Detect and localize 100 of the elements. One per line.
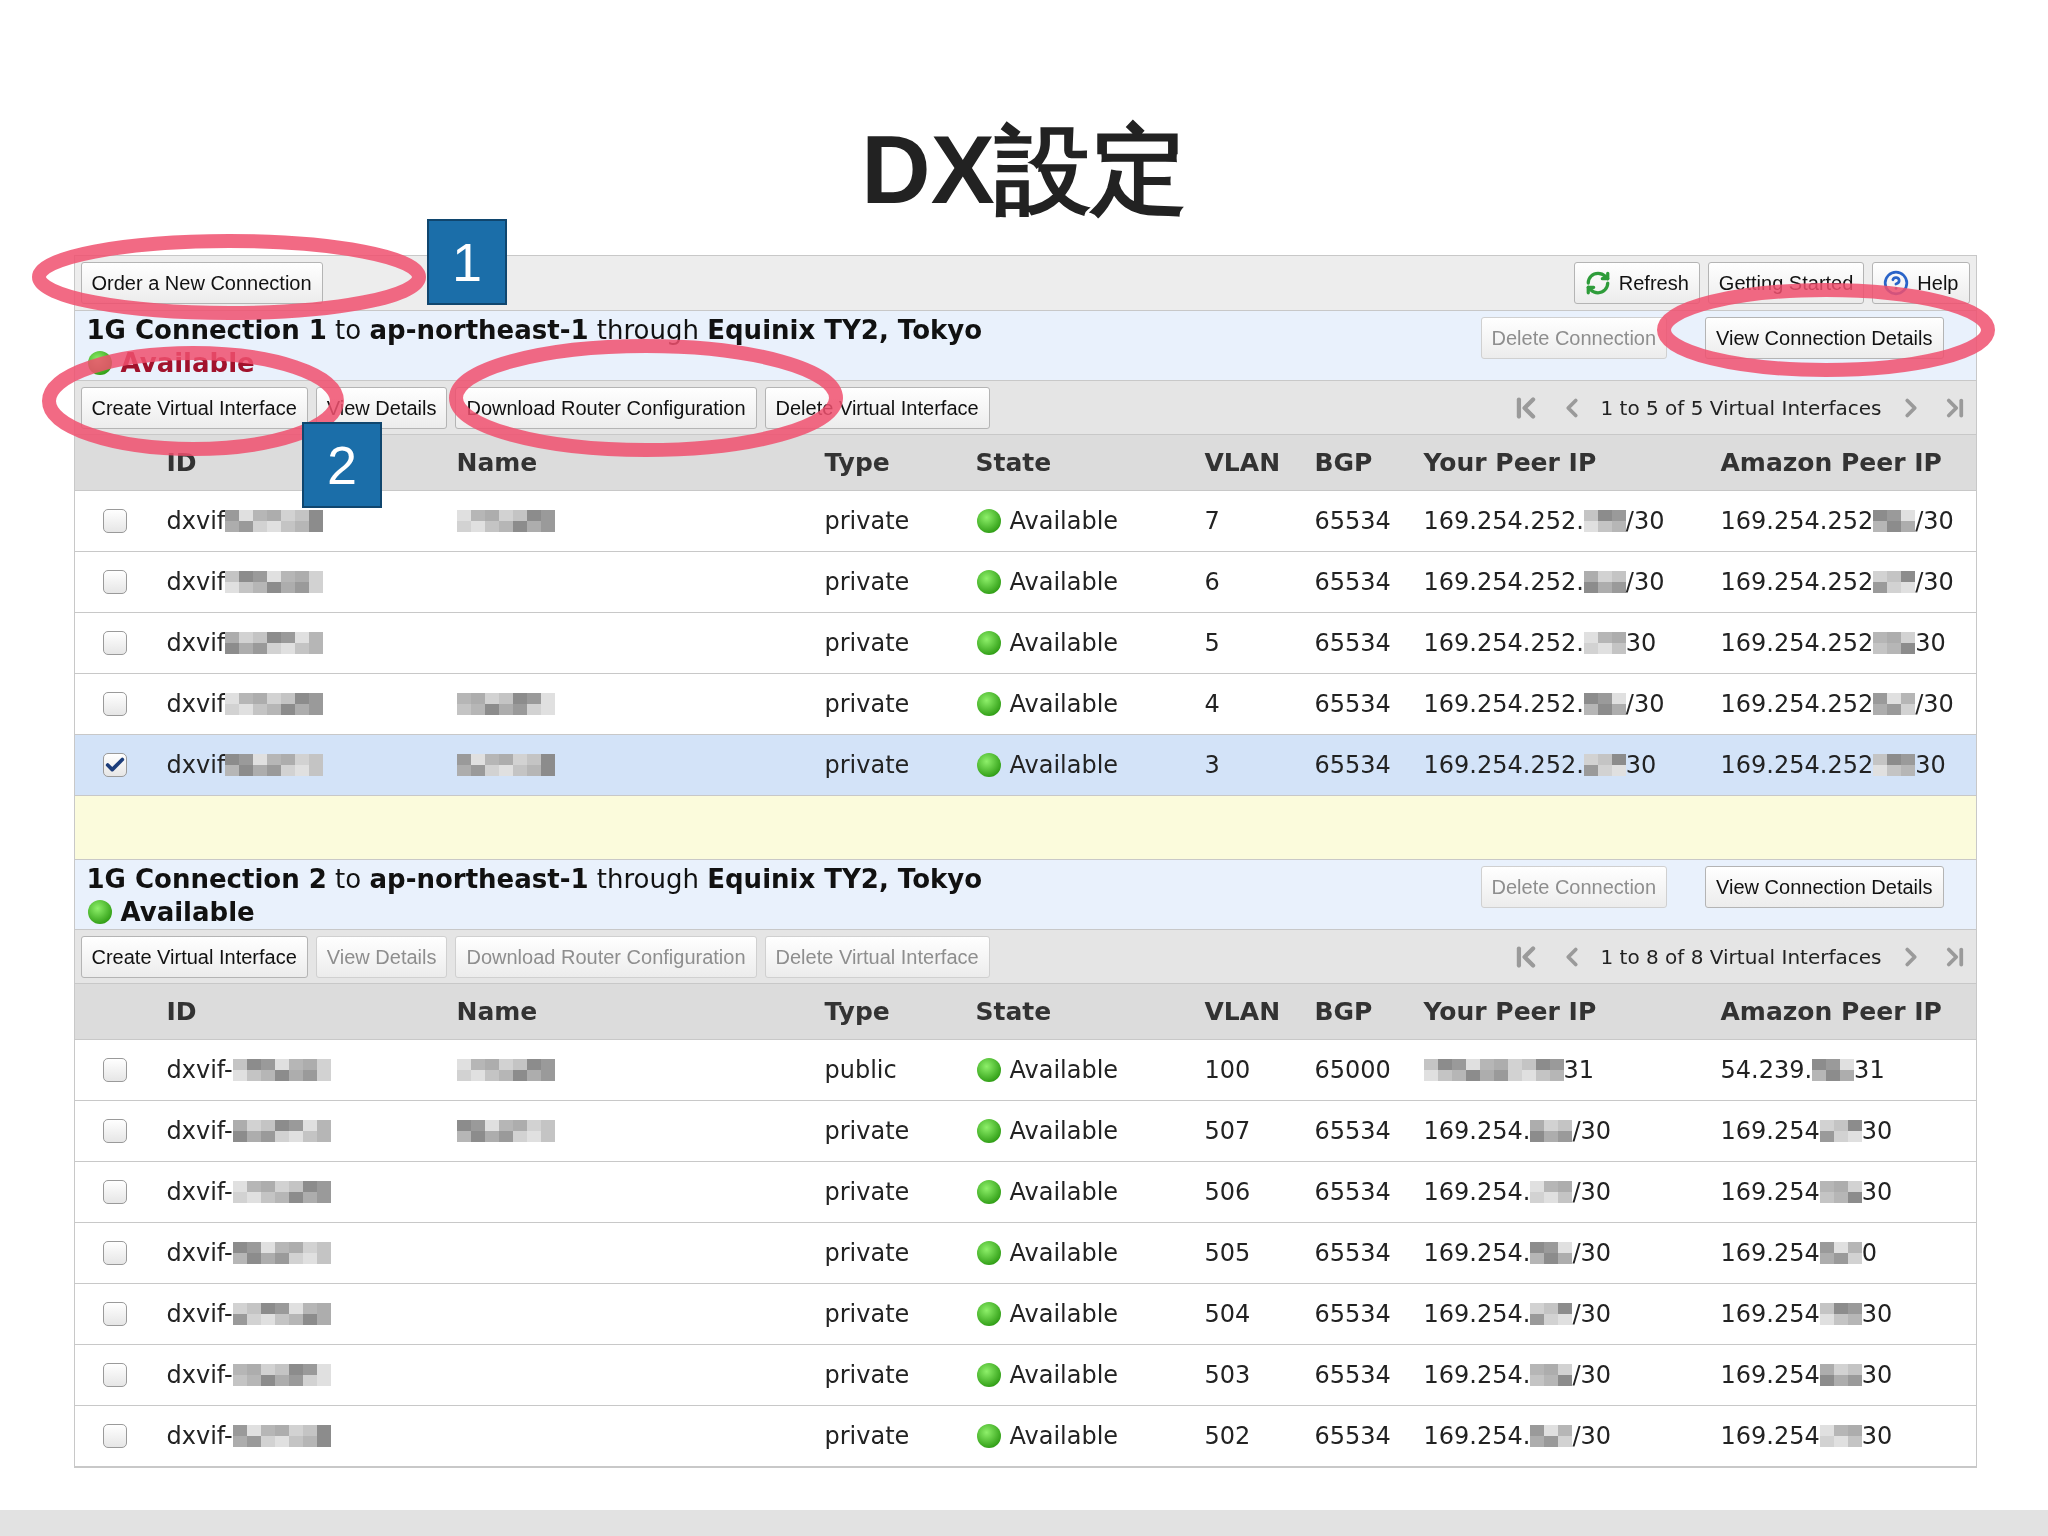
ip-address-suffix: /30 xyxy=(1572,1360,1611,1391)
interface-type: private xyxy=(824,1238,911,1269)
bgp-asn: 65534 xyxy=(1314,567,1392,598)
ip-address-prefix: 169.254. xyxy=(1423,1421,1531,1452)
row-checkbox[interactable] xyxy=(102,570,127,594)
column-header[interactable]: Amazon Peer IP xyxy=(1720,992,1942,1031)
column-header[interactable]: Your Peer IP xyxy=(1423,443,1597,482)
redaction-mosaic xyxy=(1819,1181,1862,1203)
ip-address-suffix: /30 xyxy=(1915,506,1954,537)
interface-type: public xyxy=(824,1055,898,1086)
status-dot xyxy=(975,630,1002,656)
ip-address-suffix: /30 xyxy=(1915,567,1954,598)
vlan-value: 507 xyxy=(1204,1116,1252,1147)
interface-type: private xyxy=(824,1116,911,1147)
interface-state: Available xyxy=(1009,1116,1119,1147)
column-header[interactable]: VLAN xyxy=(1204,443,1281,482)
ip-address-prefix: 169.254 xyxy=(1720,1299,1820,1330)
interface-id: dxvif- xyxy=(166,1055,233,1086)
interface-id: dxvif xyxy=(166,506,226,537)
interface-id: dxvif- xyxy=(166,1360,233,1391)
column-header[interactable]: Your Peer IP xyxy=(1423,992,1597,1031)
status-dot xyxy=(975,752,1002,778)
redaction-mosaic xyxy=(1530,1242,1573,1264)
row-checkbox[interactable] xyxy=(102,509,127,533)
row-checkbox[interactable] xyxy=(102,1241,127,1265)
ip-address-prefix: 54.239. xyxy=(1720,1055,1813,1086)
toolbar-button[interactable]: View Connection Details xyxy=(1705,866,1944,908)
interface-type: private xyxy=(824,1421,911,1452)
bgp-asn: 65534 xyxy=(1314,1299,1392,1330)
redaction-mosaic xyxy=(1530,1425,1573,1447)
status-dot xyxy=(975,508,1002,534)
ip-address-prefix: 169.254 xyxy=(1720,1116,1820,1147)
toolbar-button[interactable]: Create Virtual Interface xyxy=(80,386,308,429)
toolbar-button[interactable]: View Connection Details xyxy=(1705,317,1944,359)
status-dot xyxy=(975,691,1002,717)
column-header[interactable]: State xyxy=(975,992,1052,1031)
column-header[interactable]: BGP xyxy=(1314,992,1373,1031)
column-header[interactable]: ID xyxy=(166,992,197,1031)
ip-address-prefix: 169.254. xyxy=(1423,1238,1531,1269)
connection-title: 1G Connection 2 to ap-northeast-1 through Equinix TY2, Tokyo xyxy=(86,863,983,896)
status-dot xyxy=(86,350,113,376)
column-header[interactable]: Type xyxy=(824,992,890,1031)
row-checkbox[interactable] xyxy=(102,1424,127,1448)
vlan-value: 502 xyxy=(1204,1421,1252,1452)
redaction-mosaic xyxy=(1583,632,1626,654)
column-header[interactable]: BGP xyxy=(1314,443,1373,482)
column-header[interactable]: ID xyxy=(166,443,197,482)
interface-type: private xyxy=(824,689,911,720)
redaction-mosaic xyxy=(1583,510,1626,532)
ip-address-prefix: 169.254.252 xyxy=(1720,689,1874,720)
column-header[interactable]: State xyxy=(975,443,1052,482)
vlan-value: 505 xyxy=(1204,1238,1252,1269)
interface-type: private xyxy=(824,506,911,537)
interface-type: private xyxy=(824,1177,911,1208)
interface-state: Available xyxy=(1009,689,1119,720)
redaction-mosaic xyxy=(1873,510,1916,532)
ip-address-prefix: 169.254.252 xyxy=(1720,567,1874,598)
ip-address-suffix: 30 xyxy=(1861,1360,1893,1391)
bgp-asn: 65534 xyxy=(1314,689,1392,720)
row-checkbox[interactable] xyxy=(102,753,127,777)
status-dot xyxy=(975,1301,1002,1327)
status-dot xyxy=(975,1179,1002,1205)
status-dot xyxy=(86,899,113,925)
table-row[interactable]: dxvif private Available 3 65534 169.254.252. 30 169.254.252 30 xyxy=(74,735,1976,796)
refresh-icon xyxy=(1584,270,1611,296)
redaction-mosaic xyxy=(1530,1181,1573,1203)
ip-address-prefix: 169.254 xyxy=(1720,1238,1820,1269)
bgp-asn: 65534 xyxy=(1314,1177,1392,1208)
redaction-mosaic xyxy=(1819,1120,1862,1142)
column-header[interactable]: Type xyxy=(824,443,890,482)
column-header[interactable]: Amazon Peer IP xyxy=(1720,443,1942,482)
ip-address-suffix: 30 xyxy=(1625,750,1657,781)
interface-state: Available xyxy=(1009,567,1119,598)
vlan-value: 5 xyxy=(1204,628,1221,659)
ip-address-prefix: 169.254.252. xyxy=(1423,750,1584,781)
ip-address-suffix: /30 xyxy=(1572,1238,1611,1269)
row-checkbox[interactable] xyxy=(102,1119,127,1143)
row-checkbox[interactable] xyxy=(102,631,127,655)
interface-type: private xyxy=(824,1299,911,1330)
row-checkbox[interactable] xyxy=(102,1363,127,1387)
redaction-mosaic xyxy=(1530,1364,1573,1386)
ip-address-prefix: 169.254 xyxy=(1720,1360,1820,1391)
toolbar-button[interactable]: Create Virtual Interface xyxy=(80,935,308,978)
toolbar-button[interactable]: Refresh xyxy=(1573,262,1700,304)
toolbar-button[interactable]: Order a New Connection xyxy=(80,262,323,304)
interface-state: Available xyxy=(1009,1421,1119,1452)
row-checkbox[interactable] xyxy=(102,1180,127,1204)
row-checkbox[interactable] xyxy=(102,692,127,716)
column-header[interactable]: Name xyxy=(456,443,538,482)
row-checkbox[interactable] xyxy=(102,1302,127,1326)
column-header[interactable]: Name xyxy=(456,992,538,1031)
interface-id: dxvif- xyxy=(166,1238,233,1269)
row-checkbox[interactable] xyxy=(102,1058,127,1082)
vlan-value: 506 xyxy=(1204,1177,1252,1208)
toolbar-button[interactable]: Download Router Configuration xyxy=(455,386,757,429)
vlan-value: 100 xyxy=(1204,1055,1252,1086)
ip-address-prefix: 169.254.252. xyxy=(1423,567,1584,598)
redaction-mosaic xyxy=(1583,571,1626,593)
interface-state: Available xyxy=(1009,628,1119,659)
column-header[interactable]: VLAN xyxy=(1204,992,1281,1031)
